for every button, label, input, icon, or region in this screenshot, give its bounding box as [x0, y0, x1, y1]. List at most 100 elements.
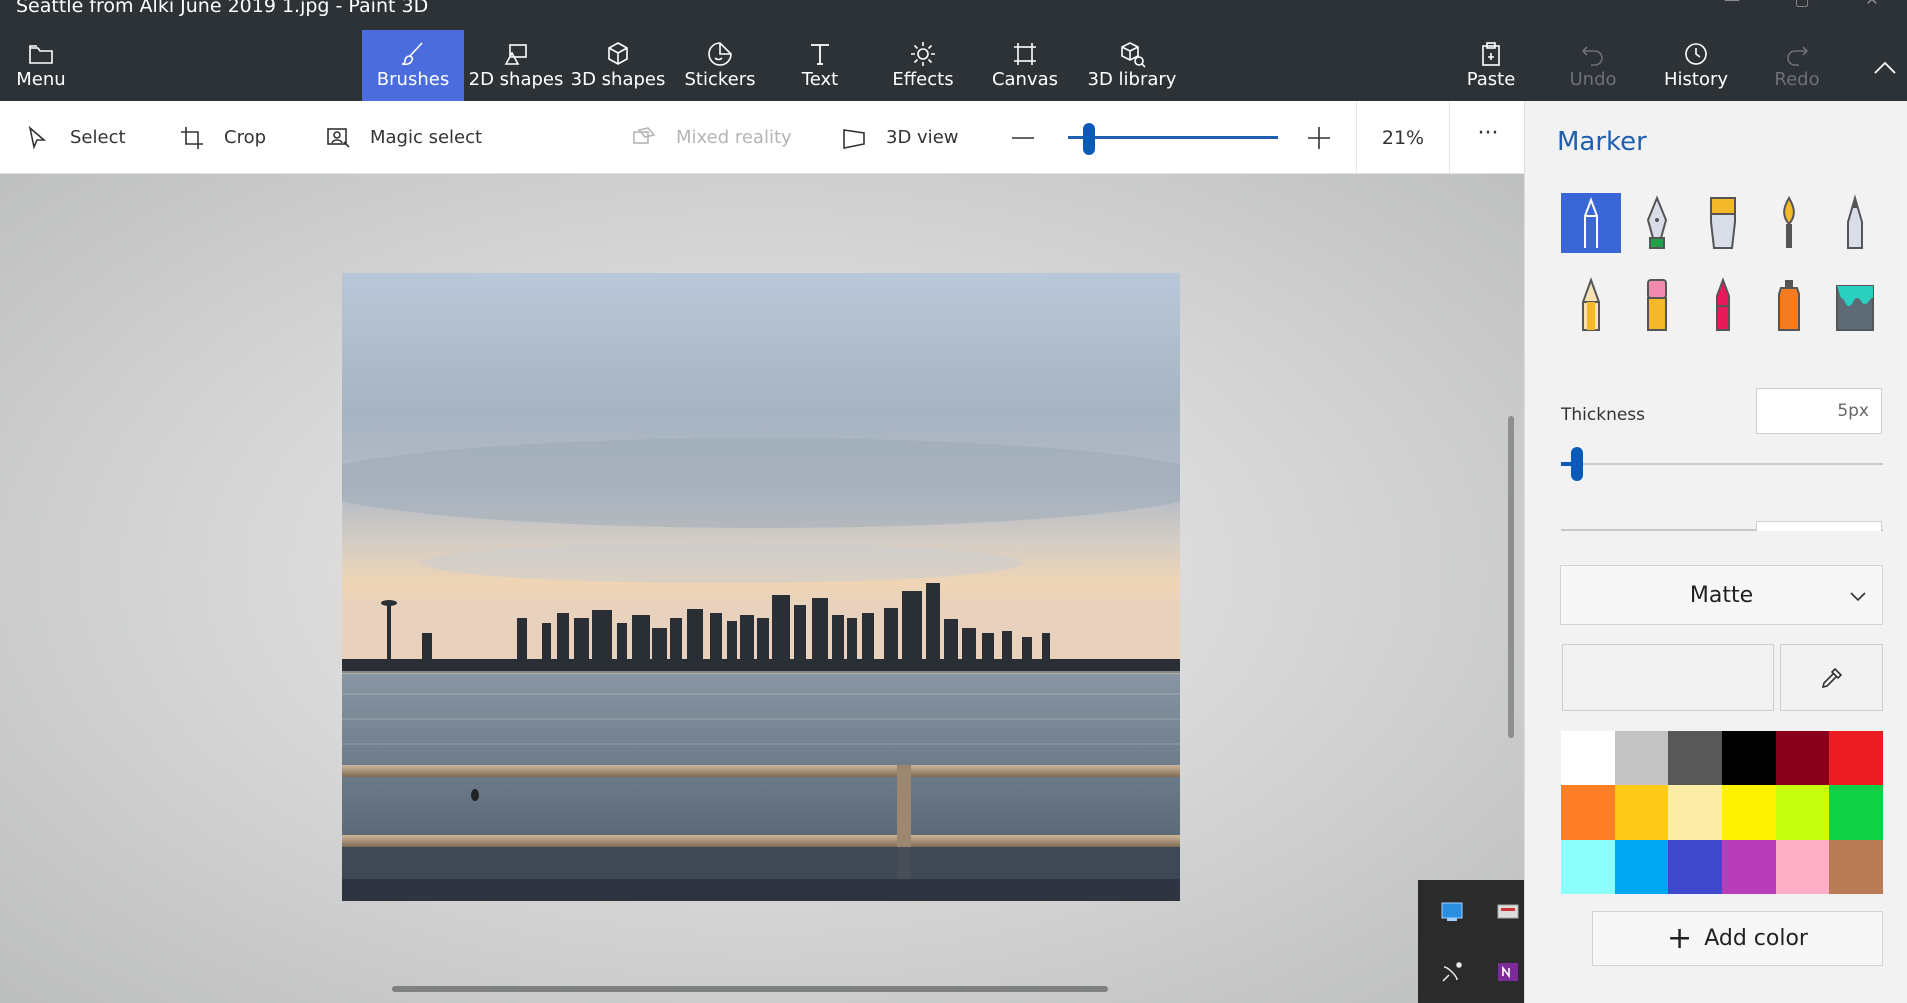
close-button[interactable]: ✕	[1837, 0, 1907, 14]
cursor-icon	[28, 125, 47, 150]
satellite-icon[interactable]	[1439, 959, 1465, 985]
brush-marker[interactable]	[1561, 193, 1621, 253]
color-swatch[interactable]	[1722, 731, 1776, 786]
zoom-percentage[interactable]: 21%	[1356, 101, 1450, 174]
add-color-label: Add color	[1704, 926, 1808, 951]
canvas-image[interactable]	[342, 273, 1180, 901]
color-swatch[interactable]	[1829, 839, 1883, 894]
spray-can-icon	[1778, 280, 1800, 331]
zoom-out-minus-icon[interactable]	[1008, 123, 1038, 153]
history-icon	[1681, 39, 1711, 69]
color-swatch[interactable]	[1614, 839, 1669, 894]
zoom-slider-track[interactable]	[1068, 136, 1278, 139]
history-button[interactable]: History	[1658, 30, 1734, 101]
color-swatch[interactable]	[1614, 785, 1669, 840]
brush-eraser[interactable]	[1627, 275, 1687, 335]
eyedropper-icon	[1821, 667, 1842, 688]
tab-brushes[interactable]: Brushes	[362, 30, 464, 101]
more-options-button[interactable]: ···	[1470, 119, 1506, 155]
color-swatch[interactable]	[1722, 839, 1776, 894]
keyboard-icon[interactable]	[1495, 899, 1521, 925]
brush-oil-brush[interactable]	[1693, 193, 1753, 253]
tab-text[interactable]: Text	[784, 30, 856, 101]
tab-effects[interactable]: Effects	[882, 30, 964, 101]
magic-select-button[interactable]: Magic select	[324, 101, 482, 174]
brush-panel: Marker Thickness 5px Matte + Add color	[1524, 101, 1907, 1003]
3d-view-button[interactable]: 3D view	[840, 101, 958, 174]
color-swatch[interactable]	[1668, 839, 1722, 894]
tab-stickers-label: Stickers	[684, 69, 756, 90]
color-swatch[interactable]	[1775, 785, 1830, 840]
crop-button[interactable]: Crop	[178, 101, 266, 174]
brush-spray-can[interactable]	[1759, 275, 1819, 335]
tab-3d-shapes[interactable]: 3D shapes	[570, 30, 666, 101]
mixed-reality-button[interactable]: Mixed reality	[630, 101, 792, 174]
color-swatch[interactable]	[1561, 839, 1615, 894]
onenote-icon[interactable]	[1495, 959, 1521, 985]
add-color-button[interactable]: + Add color	[1592, 911, 1883, 966]
thickness-slider-thumb[interactable]	[1571, 447, 1584, 481]
chevron-down-icon	[1848, 586, 1868, 606]
fill-bucket-icon	[1836, 285, 1874, 331]
brush-calligraphy-pen[interactable]	[1627, 193, 1687, 253]
color-swatch[interactable]	[1722, 785, 1776, 840]
pixel-pen-icon	[1847, 194, 1863, 249]
color-swatch[interactable]	[1775, 839, 1830, 894]
horizontal-scrollbar[interactable]	[392, 986, 1108, 992]
3d-view-label: 3D view	[886, 127, 959, 148]
brush-pixel-pen[interactable]	[1825, 193, 1885, 253]
opacity-input[interactable]	[1756, 521, 1882, 531]
brush-fill[interactable]	[1825, 275, 1885, 335]
tab-canvas[interactable]: Canvas	[990, 30, 1060, 101]
color-swatch[interactable]	[1668, 785, 1722, 840]
zoom-in-plus-icon[interactable]	[1304, 123, 1334, 153]
tab-3d-library[interactable]: 3D library	[1084, 30, 1180, 101]
crop-label: Crop	[224, 127, 267, 148]
clipboard-icon	[1476, 39, 1506, 69]
tab-2d-shapes-label: 2D shapes	[468, 69, 564, 90]
thickness-slider-track[interactable]	[1561, 463, 1883, 465]
maximize-button[interactable]: ▢	[1767, 0, 1837, 14]
color-swatch[interactable]	[1614, 731, 1669, 786]
collapse-toolbar-chevron-up-icon[interactable]	[1869, 52, 1901, 84]
menu-label: Menu	[16, 69, 66, 90]
tab-2d-shapes[interactable]: 2D shapes	[468, 30, 564, 101]
select-button[interactable]: Select	[24, 101, 126, 174]
brush-watercolor[interactable]	[1759, 193, 1819, 253]
canvas-workspace[interactable]	[0, 174, 1524, 1003]
tab-stickers[interactable]: Stickers	[678, 30, 762, 101]
remote-desktop-icon[interactable]	[1439, 899, 1465, 925]
window-controls: — ▢ ✕	[1697, 0, 1907, 14]
tab-3d-shapes-label: 3D shapes	[570, 69, 666, 90]
current-color-swatch[interactable]	[1562, 644, 1774, 711]
color-swatch[interactable]	[1829, 731, 1883, 786]
menu-button[interactable]: Menu	[0, 30, 82, 101]
zoom-slider-thumb[interactable]	[1083, 123, 1095, 155]
text-icon	[805, 39, 835, 69]
brush-pencil[interactable]	[1561, 275, 1621, 335]
vertical-scrollbar[interactable]	[1508, 416, 1514, 738]
color-swatch[interactable]	[1561, 731, 1615, 786]
eyedropper-button[interactable]	[1780, 644, 1883, 711]
color-swatch[interactable]	[1829, 785, 1883, 840]
minimize-button[interactable]: —	[1697, 0, 1767, 14]
tab-3d-library-label: 3D library	[1087, 69, 1177, 90]
paste-label: Paste	[1466, 69, 1516, 90]
undo-button[interactable]: Undo	[1560, 30, 1626, 101]
undo-label: Undo	[1569, 69, 1617, 90]
color-swatch[interactable]	[1561, 785, 1615, 840]
redo-button[interactable]: Redo	[1764, 30, 1830, 101]
history-label: History	[1663, 69, 1729, 90]
brush-crayon[interactable]	[1693, 275, 1753, 335]
mixed-reality-icon	[633, 126, 656, 144]
crop-icon	[181, 126, 203, 149]
color-swatch[interactable]	[1668, 731, 1722, 786]
color-swatch[interactable]	[1775, 731, 1830, 786]
marker-icon	[1584, 197, 1598, 248]
thickness-input[interactable]: 5px	[1756, 388, 1882, 434]
finish-dropdown[interactable]: Matte	[1560, 565, 1883, 625]
pencil-icon	[1582, 277, 1600, 331]
paste-button[interactable]: Paste	[1456, 30, 1526, 101]
seattle-skyline-photo	[342, 273, 1180, 901]
thickness-label: Thickness	[1561, 405, 1646, 425]
